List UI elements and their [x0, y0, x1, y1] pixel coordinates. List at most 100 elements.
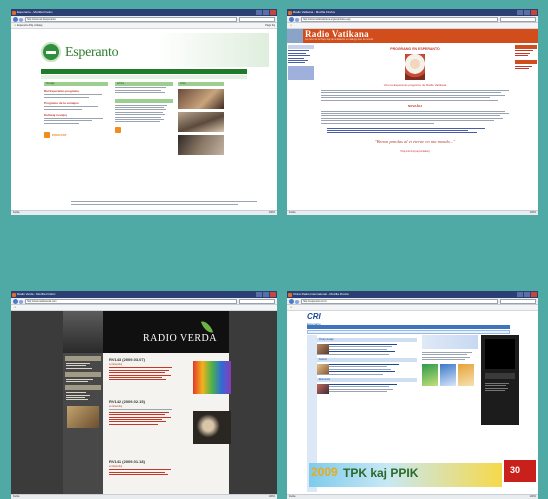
news-thumb[interactable]: [317, 344, 329, 354]
forward-button[interactable]: [19, 17, 23, 22]
sub-menu[interactable]: [41, 75, 247, 79]
window-title: Radio Verda - Mozilla Firefox: [17, 292, 56, 296]
address-bar[interactable]: http://www.radioverda.com: [25, 299, 237, 304]
search-box[interactable]: [239, 17, 275, 22]
window-titlebar: China Radio International - Mozilla Fire…: [287, 291, 538, 298]
star-icon[interactable]: ★: [290, 24, 292, 27]
close-button[interactable]: [270, 10, 276, 15]
cri-logo[interactable]: CRI: [307, 312, 321, 321]
news-thumb[interactable]: [317, 363, 329, 374]
photo[interactable]: [178, 89, 224, 109]
footer-link[interactable]: Pliaj informoj kaj kontaktoj: [317, 150, 513, 153]
maximize-button[interactable]: [524, 292, 530, 297]
minimize-button[interactable]: [517, 10, 523, 15]
window-titlebar: Radio Vatikana - Mozilla Firefox: [287, 9, 538, 16]
search-box[interactable]: [500, 299, 536, 304]
main-nav[interactable]: [307, 325, 510, 329]
player-controls[interactable]: [485, 373, 515, 379]
forward-button[interactable]: [295, 17, 299, 22]
star-icon[interactable]: ★: [14, 306, 16, 309]
promo-banner[interactable]: 2009 TPK kaj PPIK: [309, 463, 502, 487]
navigation-bar: http://esperanto.cri.cn: [287, 298, 538, 305]
back-button[interactable]: [13, 299, 18, 304]
promo-badge[interactable]: 30: [504, 460, 536, 482]
archive-column: Arĥivo: [115, 82, 173, 134]
news-link[interactable]: Kulturaj novaĵoj: [44, 113, 108, 117]
status-bar: Farita 100%: [11, 210, 277, 215]
maximize-button[interactable]: [524, 10, 530, 15]
star-icon[interactable]: ★: [14, 24, 16, 27]
address-bar[interactable]: http://www.rai.it/esperanto: [25, 17, 237, 22]
post-title[interactable]: RV141 (2009.01.18): [109, 459, 179, 464]
nav-box[interactable]: [288, 66, 314, 81]
post-title[interactable]: RV142 (2009.02.15): [109, 399, 179, 404]
address-bar[interactable]: http://www.radiovaticana.org/esp/index.a…: [301, 17, 498, 22]
minimize-button[interactable]: [256, 292, 262, 297]
nav-item[interactable]: [288, 45, 314, 49]
news-link[interactable]: Programo de la semajno: [44, 101, 108, 105]
news-thumb[interactable]: [317, 383, 329, 394]
site-title[interactable]: RADIO VERDA: [143, 333, 217, 344]
bookmarks-label[interactable]: Esperanto Plej vizitataj: [17, 24, 42, 27]
site-header: RADIO VERDA: [63, 311, 229, 353]
media-player[interactable]: [481, 335, 519, 425]
section-header[interactable]: Ekonomio: [317, 377, 417, 382]
back-button[interactable]: [289, 17, 294, 22]
sidebar-header: [65, 371, 101, 377]
photo[interactable]: [178, 112, 224, 132]
site-title[interactable]: Esperanto: [65, 45, 119, 61]
section-header[interactable]: Kulturo: [317, 357, 417, 362]
maximize-button[interactable]: [263, 10, 269, 15]
close-button[interactable]: [531, 292, 537, 297]
section-header[interactable]: Ĉinaj novaĵoj: [317, 338, 417, 342]
post-meta[interactable]: en Elsendoj: [109, 465, 179, 468]
minimize-button[interactable]: [517, 292, 523, 297]
magazine-cover[interactable]: [440, 364, 456, 387]
header-photo: [287, 29, 303, 43]
feature-banner[interactable]: [422, 335, 478, 349]
zoom-level[interactable]: 100%: [269, 495, 275, 499]
forward-button[interactable]: [295, 299, 299, 304]
star-icon[interactable]: ★: [290, 306, 292, 309]
page-content: RADIO VERDA RV143 (2009.03.07) en Elsend…: [63, 311, 231, 494]
news-link[interactable]: Rai Esperanto-programo: [44, 89, 108, 93]
zoom-level[interactable]: 100%: [530, 495, 536, 499]
search-box[interactable]: [500, 17, 536, 22]
magazine-cover[interactable]: [422, 364, 438, 387]
maximize-button[interactable]: [263, 292, 269, 297]
firefox-icon: [288, 10, 292, 15]
pope-quote: "Benon parolas al vi eterne en nia mondo…: [374, 139, 456, 145]
page-content: CRI Esperanto Ĉinaj novaĵoj Kulturo Ekon…: [287, 311, 538, 494]
sidebar-header: [65, 356, 101, 361]
zoom-level[interactable]: 100%: [269, 211, 275, 215]
window-titlebar: Radio Verda - Mozilla Firefox: [11, 291, 277, 298]
close-button[interactable]: [531, 10, 537, 15]
podcast-label[interactable]: PODCAST: [52, 133, 67, 137]
photo[interactable]: [178, 135, 224, 155]
esperanto-logo[interactable]: [41, 42, 61, 62]
main-column: PROGRAMO EN ESPERANTO Vivu la Esperanto-…: [317, 45, 513, 206]
address-bar[interactable]: http://esperanto.cri.cn: [301, 299, 498, 304]
search-box[interactable]: [239, 299, 275, 304]
footer-text: [71, 200, 257, 206]
post-title[interactable]: RV143 (2009.03.07): [109, 357, 179, 362]
status-text: Farita: [13, 495, 20, 498]
sidebar-photo: [67, 406, 99, 429]
rss-icon[interactable]: [44, 131, 50, 138]
forward-button[interactable]: [19, 299, 23, 304]
sub-nav[interactable]: [307, 330, 510, 334]
main-menu[interactable]: [41, 69, 247, 74]
minimize-button[interactable]: [256, 10, 262, 15]
post-meta[interactable]: en Elsendoj: [109, 405, 179, 408]
magazine-cover[interactable]: [458, 364, 474, 387]
video-area[interactable]: [485, 339, 515, 369]
post-meta[interactable]: en Elsendoj: [109, 363, 179, 366]
zoom-level[interactable]: 100%: [530, 211, 536, 215]
rss-icon[interactable]: [115, 127, 121, 134]
back-button[interactable]: [289, 299, 294, 304]
sidebar-header: [65, 385, 101, 391]
right-navigation: [515, 45, 537, 70]
back-button[interactable]: [13, 17, 18, 22]
close-button[interactable]: [270, 292, 276, 297]
status-bar: Farita 100%: [287, 494, 538, 499]
